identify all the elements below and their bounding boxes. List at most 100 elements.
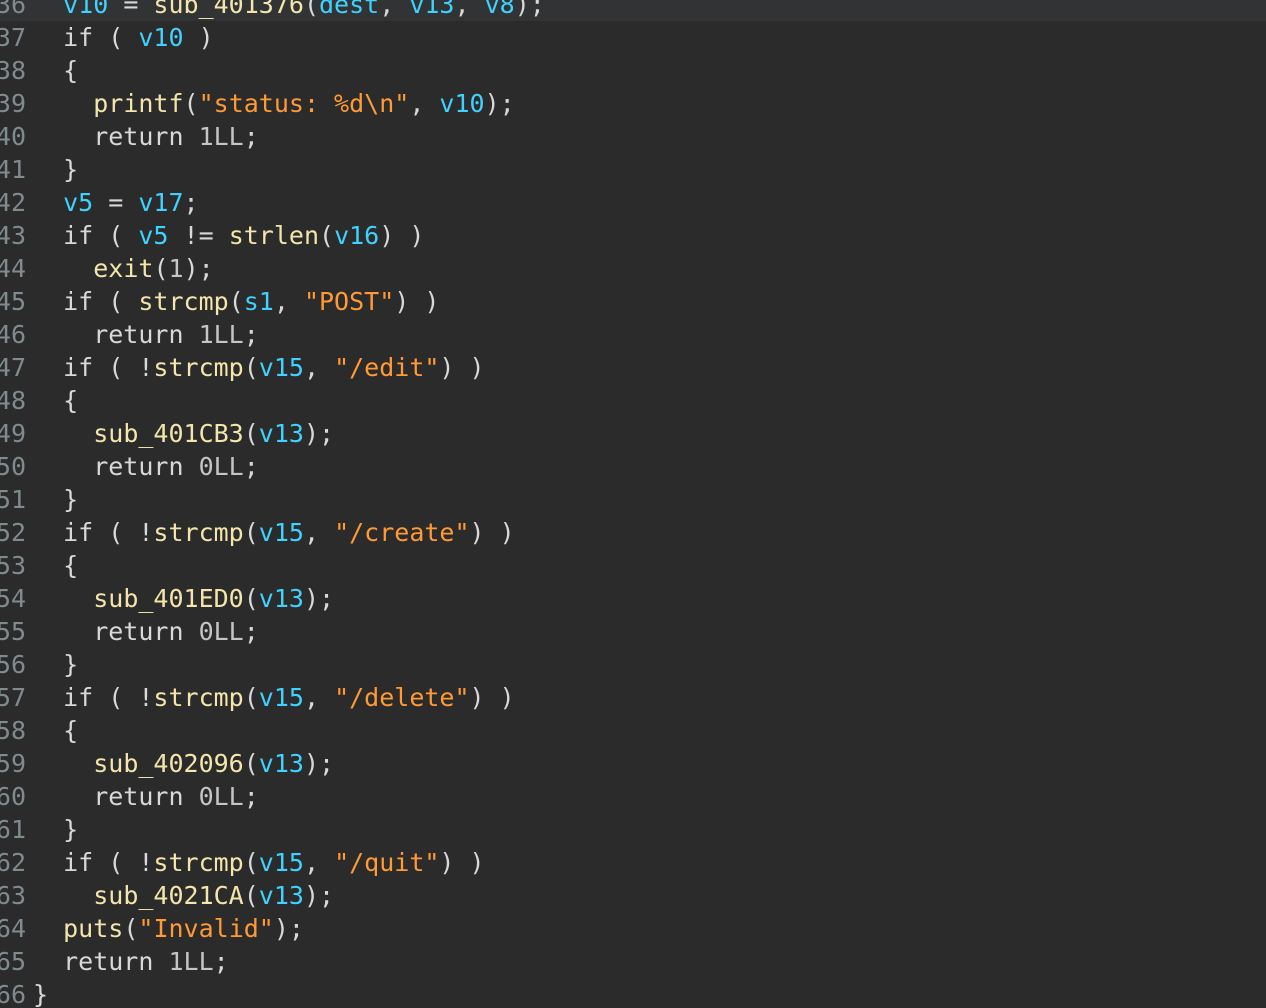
code-text[interactable]: sub_402096(v13);: [33, 747, 334, 780]
code-token: v10: [439, 89, 485, 118]
code-line[interactable]: 51 }: [0, 483, 1266, 516]
code-token: v13: [258, 749, 304, 778]
code-text[interactable]: }: [33, 813, 78, 846]
code-text[interactable]: if ( !strcmp(v15, "/delete") ): [33, 681, 515, 714]
code-line[interactable]: 45 if ( strcmp(s1, "POST") ): [0, 285, 1266, 318]
code-token: ,: [303, 518, 335, 547]
code-line[interactable]: 50 return 0LL;: [0, 450, 1266, 483]
code-line[interactable]: 37 if ( v10 ): [0, 21, 1266, 54]
code-text[interactable]: }: [33, 978, 48, 1008]
code-token: }: [33, 815, 79, 844]
code-line[interactable]: 42 v5 = v17;: [0, 186, 1266, 219]
code-text[interactable]: return 1LL;: [33, 120, 259, 153]
code-line[interactable]: 59 sub_402096(v13);: [0, 747, 1266, 780]
code-text[interactable]: return 0LL;: [33, 450, 259, 483]
code-token: ) ): [439, 353, 485, 382]
code-text[interactable]: printf("status: %d\n", v10);: [33, 87, 514, 120]
line-number: 52: [0, 518, 26, 547]
code-token: strlen: [228, 221, 319, 250]
code-text[interactable]: {: [33, 54, 78, 87]
code-text[interactable]: if ( !strcmp(v15, "/quit") ): [33, 846, 484, 879]
code-text[interactable]: sub_401ED0(v13);: [33, 582, 334, 615]
code-line[interactable]: 38 {: [0, 54, 1266, 87]
code-text[interactable]: {: [33, 549, 78, 582]
line-number: 50: [0, 452, 26, 481]
line-number: 43: [0, 221, 26, 250]
line-number: 62: [0, 848, 26, 877]
code-line[interactable]: 62 if ( !strcmp(v15, "/quit") ): [0, 846, 1266, 879]
code-line[interactable]: 53 {: [0, 549, 1266, 582]
code-token: );: [183, 254, 214, 283]
code-line[interactable]: 66}: [0, 978, 1266, 1008]
code-line[interactable]: 48 {: [0, 384, 1266, 417]
code-text[interactable]: puts("Invalid");: [33, 912, 304, 945]
code-text[interactable]: return 1LL;: [33, 318, 259, 351]
code-line[interactable]: 43 if ( v5 != strlen(v16) ): [0, 219, 1266, 252]
code-token: ,: [303, 848, 335, 877]
code-line[interactable]: 57 if ( !strcmp(v15, "/delete") ): [0, 681, 1266, 714]
code-line[interactable]: 65 return 1LL;: [0, 945, 1266, 978]
code-line[interactable]: 40 return 1LL;: [0, 120, 1266, 153]
line-number: 49: [0, 419, 26, 448]
code-line[interactable]: 52 if ( !strcmp(v15, "/create") ): [0, 516, 1266, 549]
code-line[interactable]: 54 sub_401ED0(v13);: [0, 582, 1266, 615]
code-text[interactable]: exit(1);: [33, 252, 214, 285]
code-line[interactable]: 63 sub_4021CA(v13);: [0, 879, 1266, 912]
code-token: v15: [258, 848, 304, 877]
code-editor[interactable]: 36 v10 = sub_401376(dest, v13, v8); 37 if…: [0, 0, 1266, 1008]
code-text[interactable]: }: [33, 153, 78, 186]
code-token: printf: [93, 89, 184, 118]
code-line[interactable]: 46 return 1LL;: [0, 318, 1266, 351]
code-text[interactable]: sub_4021CA(v13);: [33, 879, 334, 912]
code-token: 0LL: [198, 782, 244, 811]
code-token: =: [108, 0, 154, 19]
code-text[interactable]: if ( v5 != strlen(v16) ): [33, 219, 424, 252]
code-text[interactable]: }: [33, 483, 78, 516]
code-token: "status: %d\n": [198, 89, 410, 118]
code-line[interactable]: 36 v10 = sub_401376(dest, v13, v8);: [0, 0, 1266, 21]
code-token: v15: [258, 353, 304, 382]
code-text[interactable]: {: [33, 384, 78, 417]
code-text[interactable]: return 1LL;: [33, 945, 229, 978]
code-text[interactable]: {: [33, 714, 78, 747]
code-token: return: [33, 122, 199, 151]
code-text[interactable]: if ( !strcmp(v15, "/edit") ): [33, 351, 485, 384]
code-token: strcmp: [138, 287, 229, 316]
code-line[interactable]: 44 exit(1);: [0, 252, 1266, 285]
code-line[interactable]: 47 if ( !strcmp(v15, "/edit") ): [0, 351, 1266, 384]
code-token: ;: [243, 782, 259, 811]
code-line[interactable]: 61 }: [0, 813, 1266, 846]
code-token: if (: [33, 23, 139, 52]
code-line[interactable]: 55 return 0LL;: [0, 615, 1266, 648]
code-token: );: [273, 914, 304, 943]
line-number: 51: [0, 485, 26, 514]
code-text[interactable]: v5 = v17;: [33, 186, 198, 219]
code-token: }: [33, 980, 49, 1008]
code-line[interactable]: 64 puts("Invalid");: [0, 912, 1266, 945]
code-token: "/create": [334, 518, 470, 547]
line-number: 61: [0, 815, 26, 844]
code-text[interactable]: v10 = sub_401376(dest, v13, v8);: [33, 0, 545, 21]
code-text[interactable]: }: [33, 648, 78, 681]
code-line[interactable]: 39 printf("status: %d\n", v10);: [0, 87, 1266, 120]
code-line[interactable]: 56 }: [0, 648, 1266, 681]
line-number: 38: [0, 56, 26, 85]
code-line[interactable]: 41 }: [0, 153, 1266, 186]
code-text[interactable]: return 0LL;: [33, 615, 259, 648]
code-token: ,: [303, 683, 335, 712]
line-number: 59: [0, 749, 26, 778]
code-token: 1LL: [168, 947, 214, 976]
code-text[interactable]: if ( v10 ): [33, 21, 214, 54]
code-text[interactable]: if ( strcmp(s1, "POST") ): [33, 285, 439, 318]
code-token: sub_401376: [153, 0, 304, 19]
code-text[interactable]: if ( !strcmp(v15, "/create") ): [33, 516, 515, 549]
code-line[interactable]: 60 return 0LL;: [0, 780, 1266, 813]
code-token: (: [228, 287, 244, 316]
code-token: s1: [243, 287, 274, 316]
code-line[interactable]: 58 {: [0, 714, 1266, 747]
code-text[interactable]: return 0LL;: [33, 780, 259, 813]
code-token: strcmp: [153, 683, 244, 712]
code-text[interactable]: sub_401CB3(v13);: [33, 417, 334, 450]
code-line[interactable]: 49 sub_401CB3(v13);: [0, 417, 1266, 450]
